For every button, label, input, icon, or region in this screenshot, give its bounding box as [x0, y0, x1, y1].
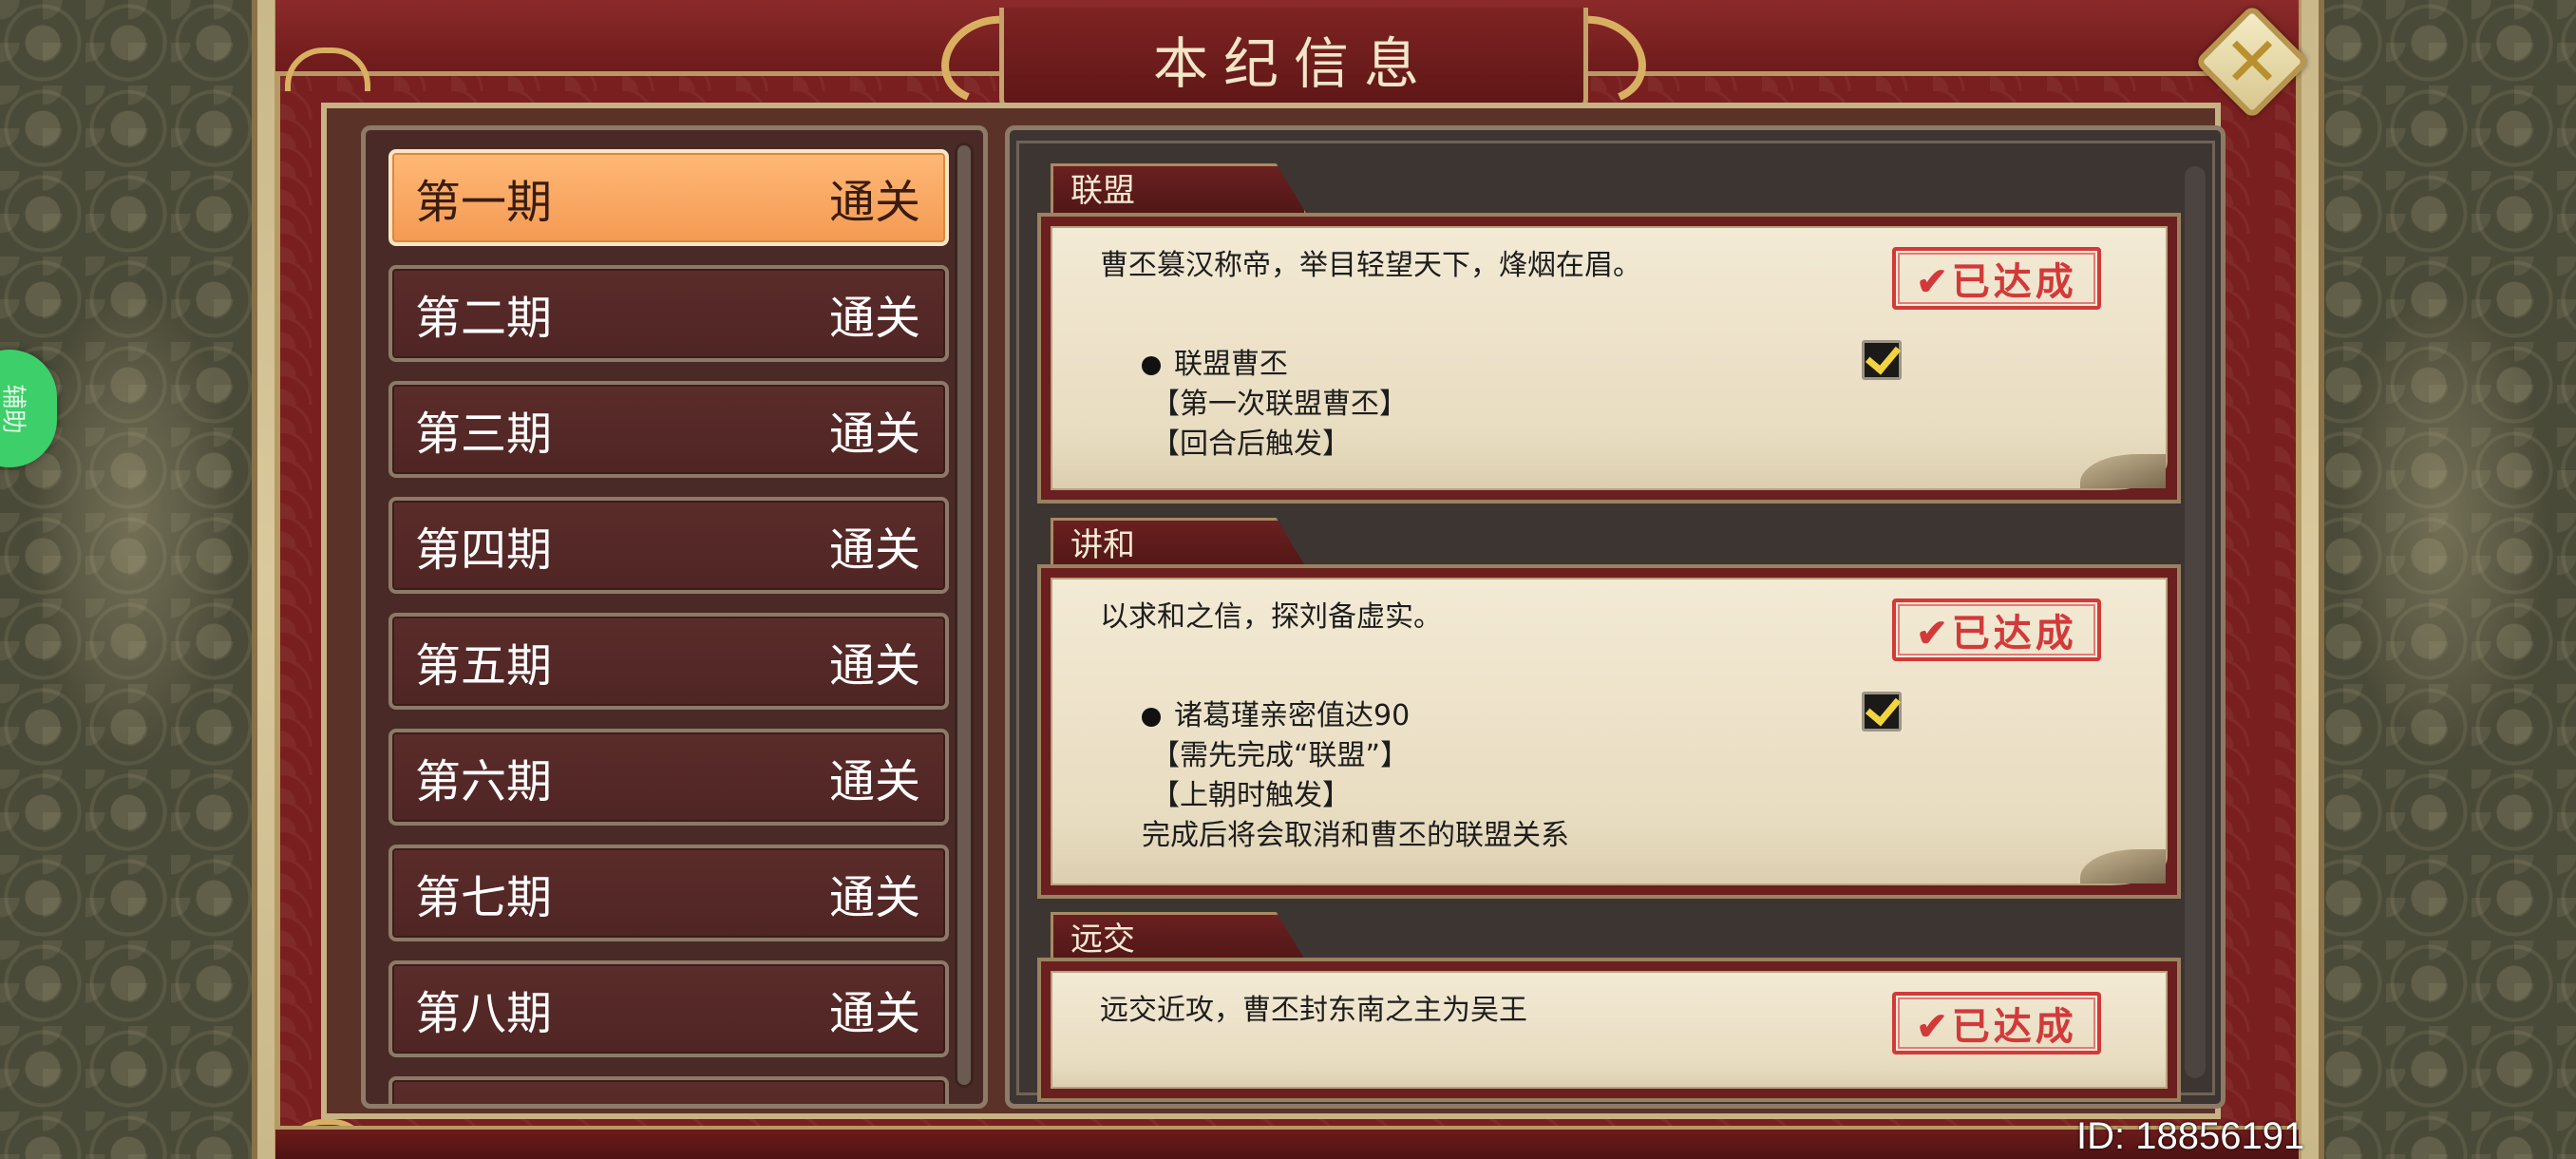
- note-line: 【上朝时触发】: [1151, 779, 1351, 812]
- period-item[interactable]: 第三期 通关: [388, 381, 949, 478]
- period-item[interactable]: 第四期 通关: [388, 497, 949, 594]
- dragon-ornament-right: [2339, 285, 2548, 760]
- parchment: 曹丕篡汉称帝，举目轻望天下，烽烟在眉。 ✔已达成 联盟曹丕 【第一次联盟曹丕】 …: [1051, 226, 2168, 490]
- period-item[interactable]: 第七期 通关: [388, 845, 949, 941]
- bullet-icon: [1142, 355, 1161, 375]
- completed-stamp: ✔已达成: [1892, 992, 2101, 1054]
- right-side-pattern: [2301, 0, 2576, 1159]
- section-card-peace: 以求和之信，探刘备虚实。 ✔已达成 诸葛瑾亲密值达90 【需先完成“联盟”】 【…: [1037, 564, 2181, 899]
- bullet-icon: [1142, 707, 1161, 727]
- period-item[interactable]: 第八期 通关: [388, 960, 949, 1057]
- period-status: 通关: [828, 408, 920, 461]
- condition-checkbox[interactable]: [1862, 692, 1902, 732]
- completed-stamp: ✔已达成: [1892, 598, 2101, 661]
- period-list-scrollbar[interactable]: [955, 142, 974, 1088]
- title-plaque: 本纪信息: [999, 8, 1588, 114]
- page-curl: [2080, 849, 2166, 884]
- period-item-partial[interactable]: [388, 1076, 949, 1104]
- period-name: 第三期: [415, 408, 553, 461]
- condition-checkbox[interactable]: [1862, 340, 1902, 380]
- note-line: 【第一次联盟曹丕】: [1151, 388, 1408, 421]
- close-button[interactable]: ✕: [2194, 4, 2310, 120]
- side-float-label: 辅助: [0, 384, 28, 434]
- period-name: 第四期: [415, 523, 553, 577]
- period-item[interactable]: 第二期 通关: [388, 265, 949, 362]
- condition-line: 联盟曹丕: [1142, 340, 1288, 382]
- period-name: 第一期: [415, 176, 553, 229]
- bottom-bar: [275, 1126, 2299, 1159]
- condition-text: 联盟曹丕: [1174, 348, 1288, 381]
- parchment: 远交近攻，曹丕封东南之主为吴王 ✔已达成: [1051, 971, 2168, 1089]
- details-scrollbar[interactable]: [2185, 166, 2206, 1078]
- player-id: ID: 18856191: [2076, 1115, 2305, 1157]
- section-intro: 以求和之信，探刘备虚实。: [1100, 600, 1442, 634]
- period-status: 通关: [828, 292, 920, 345]
- period-status: 通关: [828, 639, 920, 693]
- note-line: 完成后将会取消和曹丕的联盟关系: [1142, 819, 1569, 852]
- section-tab-peace: 讲和: [1051, 518, 1307, 569]
- period-name: 第六期: [415, 755, 553, 808]
- period-item[interactable]: 第一期 通关: [388, 149, 949, 246]
- section-intro: 远交近攻，曹丕封东南之主为吴王: [1100, 994, 1527, 1027]
- section-tab-distant: 远交: [1051, 912, 1307, 963]
- period-name: 第二期: [415, 292, 553, 345]
- left-side-pattern: [0, 0, 275, 1159]
- period-status: 通关: [828, 871, 920, 924]
- period-name: 第五期: [415, 639, 553, 693]
- period-list: 第一期 通关 第二期 通关 第三期 通关 第四期 通关 第五期 通关 第六期 通关 第七期 通关 第八期 通关: [361, 125, 988, 1109]
- condition-line: 诸葛瑾亲密值达90: [1142, 692, 1410, 733]
- period-status: 通关: [828, 987, 920, 1040]
- parchment: 以求和之信，探刘备虚实。 ✔已达成 诸葛瑾亲密值达90 【需先完成“联盟”】 【…: [1051, 578, 2168, 885]
- page-curl: [2080, 454, 2166, 488]
- completed-stamp: ✔已达成: [1892, 247, 2101, 310]
- close-icon: ✕: [2223, 22, 2282, 102]
- page-title: 本纪信息: [1152, 30, 1434, 96]
- period-item[interactable]: 第五期 通关: [388, 613, 949, 710]
- period-name: 第七期: [415, 871, 553, 924]
- note-line: 【需先完成“联盟”】: [1151, 739, 1410, 772]
- period-status: 通关: [828, 755, 920, 808]
- condition-text: 诸葛瑾亲密值达90: [1174, 699, 1411, 732]
- period-status: 通关: [828, 176, 920, 229]
- dragon-ornament-left: [28, 285, 237, 760]
- section-intro: 曹丕篡汉称帝，举目轻望天下，烽烟在眉。: [1100, 249, 1641, 282]
- period-item[interactable]: 第六期 通关: [388, 729, 949, 826]
- section-tab-alliance: 联盟: [1051, 163, 1307, 215]
- period-status: 通关: [828, 523, 920, 577]
- section-card-alliance: 曹丕篡汉称帝，举目轻望天下，烽烟在眉。 ✔已达成 联盟曹丕 【第一次联盟曹丕】 …: [1037, 213, 2181, 504]
- note-line: 【回合后触发】: [1151, 428, 1351, 461]
- section-card-distant: 远交近攻，曹丕封东南之主为吴王 ✔已达成: [1037, 958, 2181, 1102]
- period-name: 第八期: [415, 987, 553, 1040]
